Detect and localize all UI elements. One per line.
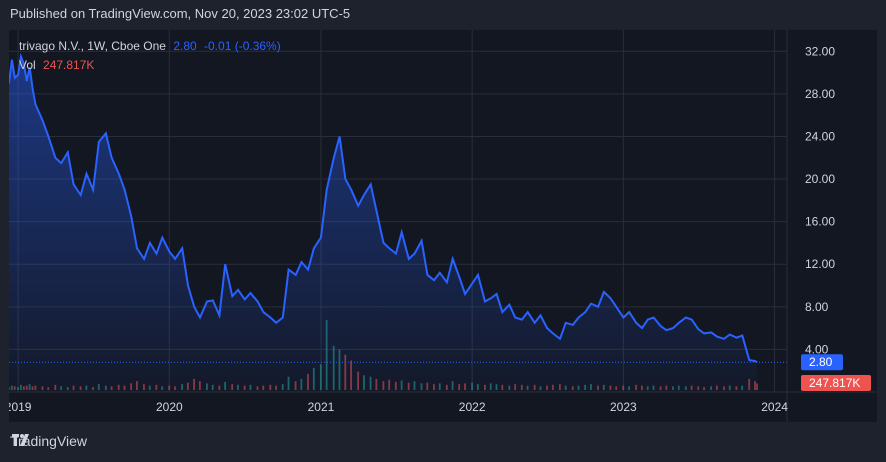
x-tick-label: 2019 bbox=[9, 400, 32, 414]
price-chart[interactable]: 32.0028.0024.0020.0016.0012.008.004.00 2… bbox=[9, 30, 877, 422]
volume-value: 247.817K bbox=[43, 58, 95, 72]
last-volume-label: 247.817K bbox=[809, 376, 860, 390]
tradingview-logo-icon bbox=[12, 434, 29, 446]
last-price-label: 2.80 bbox=[809, 355, 833, 369]
y-tick-label: 12.00 bbox=[805, 257, 835, 271]
y-tick-label: 8.00 bbox=[805, 300, 829, 314]
volume-legend: Vol 247.817K bbox=[19, 58, 94, 72]
y-tick-label: 16.00 bbox=[805, 215, 835, 229]
y-tick-label: 20.00 bbox=[805, 172, 835, 186]
last-price: 2.80 bbox=[173, 39, 197, 53]
tradingview-footer[interactable]: TradingView bbox=[10, 433, 87, 449]
x-tick-label: 2023 bbox=[610, 400, 637, 414]
symbol-legend: trivago N.V., 1W, Cboe One 2.80 -0.01 (-… bbox=[19, 39, 281, 53]
symbol-title: trivago N.V., 1W, Cboe One bbox=[19, 39, 166, 53]
price-area-fill bbox=[9, 56, 758, 392]
price-change: -0.01 (-0.36%) bbox=[204, 39, 281, 53]
x-tick-label: 2024 bbox=[761, 400, 788, 414]
x-tick-label: 2020 bbox=[156, 400, 183, 414]
y-tick-label: 28.00 bbox=[805, 87, 835, 101]
y-tick-label: 24.00 bbox=[805, 129, 835, 143]
volume-title: Vol bbox=[19, 58, 36, 72]
y-tick-label: 32.00 bbox=[805, 44, 835, 58]
x-tick-label: 2021 bbox=[308, 400, 335, 414]
x-tick-label: 2022 bbox=[459, 400, 486, 414]
chart-panel[interactable]: 32.0028.0024.0020.0016.0012.008.004.00 2… bbox=[9, 30, 877, 422]
published-header: Published on TradingView.com, Nov 20, 20… bbox=[10, 6, 351, 21]
